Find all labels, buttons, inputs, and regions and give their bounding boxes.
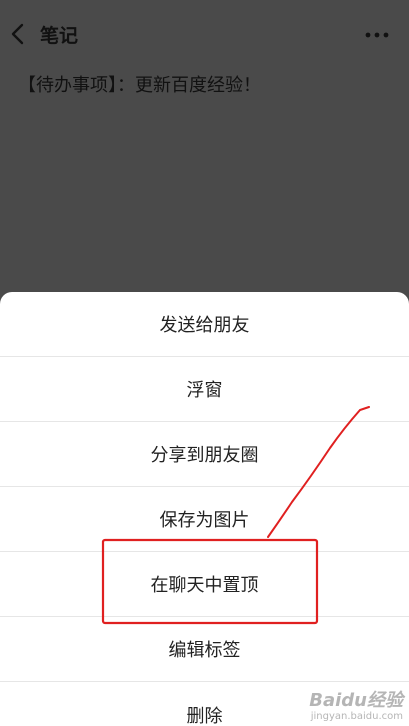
menu-item-send-to-friend[interactable]: 发送给朋友 [0,292,409,357]
action-sheet: 发送给朋友 浮窗 分享到朋友圈 保存为图片 在聊天中置顶 编辑标签 删除 [0,292,409,726]
watermark-url: jingyan.baidu.com [310,711,403,722]
page-title: 笔记 [40,25,79,47]
top-bar: 笔记 [0,0,409,68]
more-horizontal-icon[interactable] [365,31,389,39]
menu-item-edit-tags[interactable]: 编辑标签 [0,617,409,682]
watermark: Baidu经验 jingyan.baidu.com [309,691,403,722]
menu-item-share-moments[interactable]: 分享到朋友圈 [0,422,409,487]
menu-item-floating-window[interactable]: 浮窗 [0,357,409,422]
watermark-brand: Baidu经验 [309,690,403,712]
note-content: 【待办事项】：更新百度经验！ [18,75,261,96]
menu-item-save-as-image[interactable]: 保存为图片 [0,487,409,552]
menu-item-pin-in-chat[interactable]: 在聊天中置顶 [0,552,409,617]
chevron-left-icon[interactable] [8,22,28,46]
